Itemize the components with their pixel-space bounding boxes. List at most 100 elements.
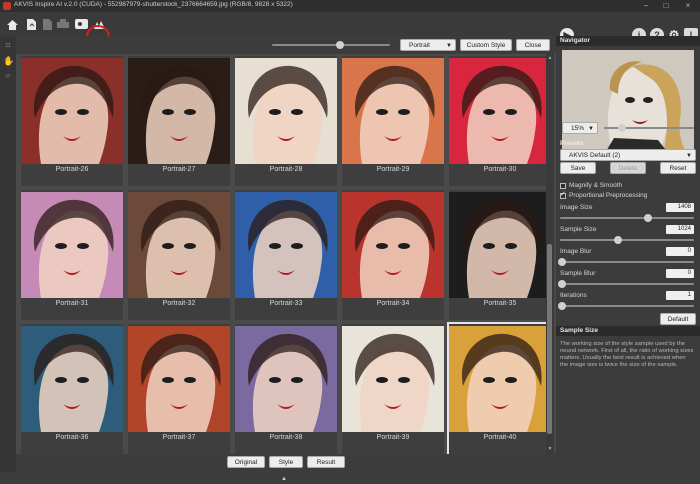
image-blur-label: Image Blur: [560, 248, 592, 255]
style-tile-label: Portrait-27: [162, 166, 196, 173]
zoom-icon[interactable]: ⌕: [3, 70, 13, 80]
settings-panel: Navigator 15% ▼ Presets AKVIS Default (2…: [556, 36, 700, 484]
style-tile-label: Portrait-26: [55, 166, 89, 173]
image-size-label: Image Size: [560, 204, 593, 211]
image-blur-field[interactable]: 0: [666, 247, 694, 256]
image-size-slider[interactable]: [560, 217, 694, 219]
style-tile-label: Portrait-37: [162, 434, 196, 441]
style-thumbnail: [449, 326, 551, 432]
navigator-header: Navigator: [556, 36, 700, 46]
category-dropdown[interactable]: Portrait ▼: [400, 39, 456, 51]
style-tile[interactable]: Portrait-39: [342, 324, 444, 454]
close-gallery-button[interactable]: Close: [516, 39, 550, 51]
style-tile[interactable]: Portrait-26: [21, 56, 123, 186]
hand-icon[interactable]: ✋: [3, 56, 14, 66]
style-thumbnail: [235, 326, 337, 432]
style-tile[interactable]: Portrait-35: [449, 190, 551, 320]
style-thumbnail: [342, 58, 444, 164]
sample-blur-slider[interactable]: [560, 283, 694, 285]
style-tile-label: Portrait-30: [483, 166, 517, 173]
image-size-knob[interactable]: [644, 214, 652, 222]
style-tile-label: Portrait-28: [269, 166, 303, 173]
sample-size-knob[interactable]: [614, 236, 622, 244]
style-tile-label: Portrait-33: [269, 300, 303, 307]
zoom-value: 15%: [571, 125, 585, 132]
hint-text: The working size of the style sample use…: [560, 341, 694, 368]
chevron-down-icon: ▼: [446, 43, 452, 49]
crop-icon[interactable]: ⌗: [3, 40, 13, 50]
hint-header: Sample Size: [556, 326, 700, 336]
main-toolbar: ▶ i ? ⚙ !: [0, 12, 700, 49]
chevron-down-icon: ▼: [686, 153, 692, 159]
style-tile[interactable]: Portrait-32: [128, 190, 230, 320]
style-tile[interactable]: Portrait-30: [449, 56, 551, 186]
expand-panel-icon[interactable]: ▲: [281, 476, 287, 482]
style-tile[interactable]: Portrait-40: [447, 322, 553, 454]
presets-dropdown[interactable]: AKVIS Default (2) ▼: [560, 149, 696, 161]
sample-blur-label: Sample Blur: [560, 270, 596, 277]
image-blur-knob[interactable]: [558, 258, 566, 266]
style-thumbnail: [449, 192, 551, 298]
default-button[interactable]: Default: [660, 313, 696, 325]
preset-value: AKVIS Default (2): [569, 152, 621, 159]
style-tile[interactable]: Portrait-33: [235, 190, 337, 320]
style-tile[interactable]: Portrait-38: [235, 324, 337, 454]
custom-style-button[interactable]: Custom Style: [460, 39, 512, 51]
category-value: Portrait: [409, 42, 430, 49]
zoom-slider-knob[interactable]: [618, 124, 626, 132]
scroll-down-icon[interactable]: ▼: [547, 446, 553, 452]
sample-blur-field[interactable]: 0: [666, 269, 694, 278]
scroll-up-icon[interactable]: ▲: [547, 55, 553, 61]
result-tab[interactable]: Result: [307, 456, 345, 468]
original-tab[interactable]: Original: [227, 456, 265, 468]
style-tile[interactable]: Portrait-28: [235, 56, 337, 186]
image-blur-slider[interactable]: [560, 261, 694, 263]
iterations-field[interactable]: 1: [666, 291, 694, 300]
presets-header: Presets: [560, 140, 584, 147]
minimize-button[interactable]: –: [636, 0, 656, 12]
magnify-label: Magnify & Smooth: [569, 182, 623, 189]
sample-blur-knob[interactable]: [558, 280, 566, 288]
print-icon[interactable]: [54, 15, 72, 33]
gallery-scrollbar[interactable]: ▲ ▼: [546, 54, 554, 454]
iterations-knob[interactable]: [558, 302, 566, 310]
save-preset-button[interactable]: Save: [560, 162, 596, 174]
thumbnail-size-slider[interactable]: [272, 44, 390, 46]
magnify-checkbox[interactable]: [560, 183, 566, 189]
style-tab[interactable]: Style: [269, 456, 303, 468]
proportional-label: Proportional Preprocessing: [569, 192, 648, 199]
sample-size-field[interactable]: 1024: [666, 225, 694, 234]
style-tile[interactable]: Portrait-29: [342, 56, 444, 186]
style-thumbnail: [235, 58, 337, 164]
maximize-button[interactable]: □: [656, 0, 676, 12]
iterations-slider[interactable]: [560, 305, 694, 307]
style-tile[interactable]: Portrait-27: [128, 56, 230, 186]
sample-size-slider[interactable]: [560, 239, 694, 241]
close-window-button[interactable]: ×: [678, 0, 698, 12]
image-size-field[interactable]: 1408: [666, 203, 694, 212]
window-title: AKVIS Inspire AI v.2.0 (CUDA) - 55298797…: [14, 1, 293, 8]
style-tile[interactable]: Portrait-34: [342, 190, 444, 320]
style-tile-label: Portrait-32: [162, 300, 196, 307]
style-tile-label: Portrait-36: [55, 434, 89, 441]
thumbnail-size-knob[interactable]: [336, 41, 344, 49]
style-tile[interactable]: Portrait-31: [21, 190, 123, 320]
home-icon[interactable]: [3, 15, 21, 33]
style-thumbnail: [128, 58, 230, 164]
reset-preset-button[interactable]: Reset: [660, 162, 696, 174]
title-bar: AKVIS Inspire AI v.2.0 (CUDA) - 55298797…: [0, 0, 700, 12]
style-thumbnail: [342, 192, 444, 298]
app-logo-icon: [3, 2, 11, 10]
style-tile[interactable]: Portrait-37: [128, 324, 230, 454]
zoom-dropdown[interactable]: 15% ▼: [562, 122, 598, 134]
style-gallery-toolbar: Portrait ▼ Custom Style Close: [16, 36, 556, 54]
view-mode-bar: Original Style Result ▲: [16, 454, 556, 484]
proportional-checkbox[interactable]: [560, 190, 566, 199]
style-thumbnail: [342, 326, 444, 432]
style-thumbnail: [21, 58, 123, 164]
style-thumbnail: [21, 192, 123, 298]
style-tile-label: Portrait-34: [376, 300, 410, 307]
style-tile[interactable]: Portrait-36: [21, 324, 123, 454]
scrollbar-thumb[interactable]: [547, 244, 552, 434]
delete-preset-button[interactable]: Delete: [610, 162, 646, 174]
